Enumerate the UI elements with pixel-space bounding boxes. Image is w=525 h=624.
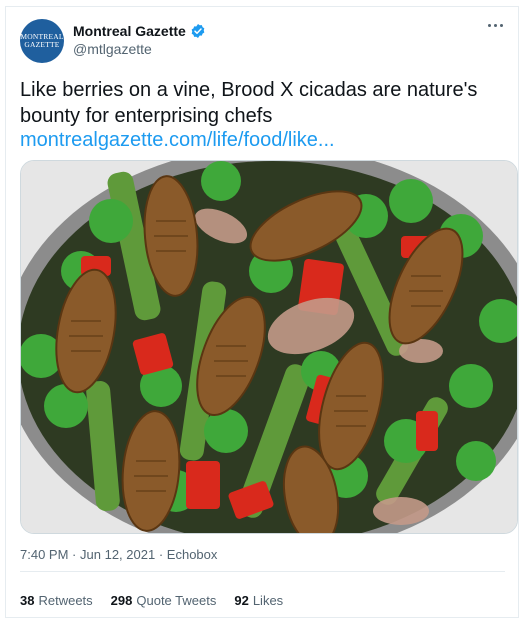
meta-separator: ·	[158, 547, 164, 562]
tweet-card: MONTREAL GAZETTE Montreal Gazette @mtlga…	[5, 6, 519, 618]
quote-tweets-count: 298	[110, 593, 133, 608]
avatar-logo-line-2: GAZETTE	[24, 40, 60, 49]
display-name[interactable]: Montreal Gazette	[73, 23, 186, 39]
more-options-icon[interactable]	[484, 17, 506, 33]
tweet-stats: 38 Retweets 298 Quote Tweets 92 Likes	[20, 593, 301, 608]
divider	[20, 571, 505, 572]
tweet-time: 7:40 PM	[20, 547, 69, 562]
tweet-text: Like berries on a vine, Brood X cicadas …	[20, 79, 478, 127]
tweet-date: Jun 12, 2021	[80, 547, 156, 562]
photo-of-cicadas-in-salad	[21, 161, 517, 533]
tweet-link[interactable]: montrealgazette.com/life/food/like...	[20, 127, 335, 153]
retweets-count: 38	[20, 593, 35, 608]
tweet-timestamp[interactable]: 7:40 PM · Jun 12, 2021 · Echobox	[20, 547, 217, 562]
quote-tweets-stat[interactable]: 298 Quote Tweets	[111, 593, 217, 608]
tweet-source[interactable]: Echobox	[167, 547, 218, 562]
author-name-row[interactable]: Montreal Gazette	[73, 23, 206, 39]
likes-count: 92	[234, 593, 249, 608]
meta-separator: ·	[72, 547, 77, 562]
verified-badge-icon	[191, 24, 205, 38]
author-handle[interactable]: @mtlgazette	[73, 41, 152, 57]
likes-stat[interactable]: 92 Likes	[234, 593, 283, 608]
retweets-label: Retweets	[38, 593, 93, 608]
avatar[interactable]: MONTREAL GAZETTE	[20, 19, 64, 63]
likes-label: Likes	[252, 593, 284, 608]
retweets-stat[interactable]: 38 Retweets	[20, 593, 93, 608]
tweet-photo[interactable]	[20, 160, 518, 534]
quote-tweets-label: Quote Tweets	[136, 593, 217, 608]
